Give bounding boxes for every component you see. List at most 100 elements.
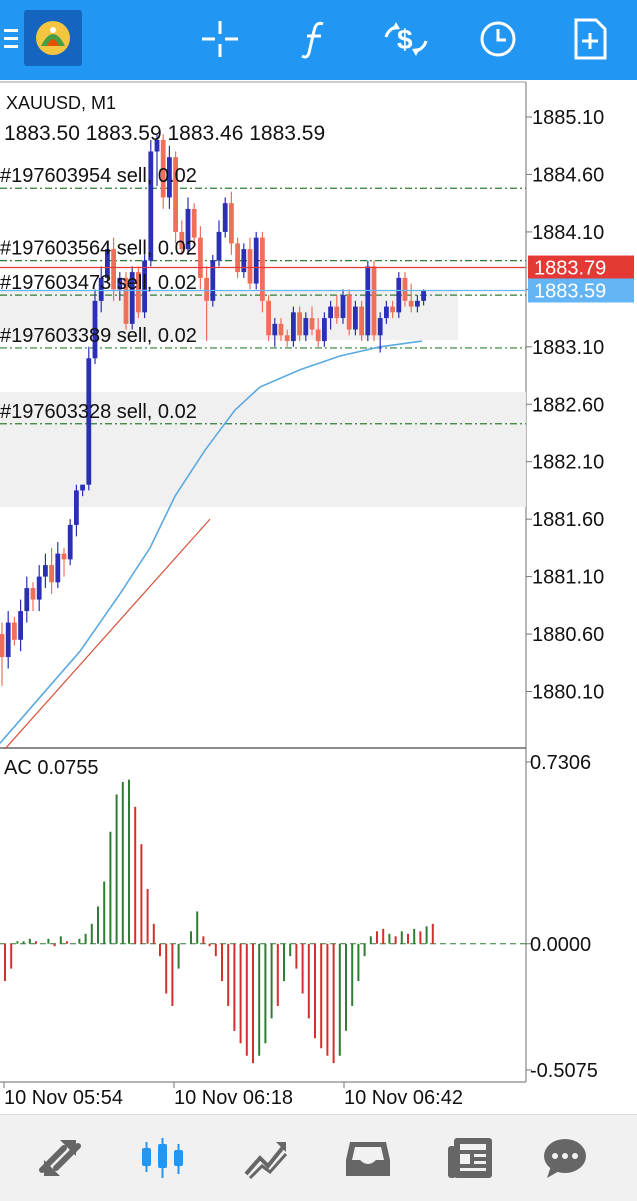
- history-button[interactable]: [472, 10, 524, 68]
- price-axis-label: 1885.10: [532, 107, 604, 129]
- candle-body: [30, 588, 36, 600]
- candle-body: [216, 231, 222, 261]
- candle-body: [408, 300, 414, 307]
- candle-body: [18, 611, 23, 640]
- candle-body: [390, 306, 395, 313]
- ask-price-text: 1883.79: [534, 258, 606, 280]
- menu-icon: [4, 29, 18, 48]
- price-axis-label: 1884.10: [532, 222, 604, 244]
- ac-axis-label: 0.0000: [530, 934, 591, 956]
- function-icon: [301, 21, 324, 59]
- price-axis-label: 1880.10: [532, 682, 604, 704]
- order-label: #197603389 sell, 0.02: [0, 325, 197, 347]
- candle-body: [396, 277, 402, 313]
- nav-history[interactable]: [338, 1133, 398, 1183]
- candle-body: [384, 306, 389, 319]
- new-order-button[interactable]: [564, 10, 616, 68]
- candle-body: [204, 277, 209, 301]
- trade-icon: $: [384, 22, 428, 56]
- time-axis-label: 10 Nov 05:54: [4, 1087, 123, 1109]
- price-chart[interactable]: #197603954 sell, 0.02 #197603564 sell, 0.…: [0, 80, 637, 1114]
- nav-trade[interactable]: [236, 1133, 296, 1183]
- candle-body: [278, 323, 284, 336]
- trend-chart-icon: [244, 1142, 288, 1180]
- time-axis-label: 10 Nov 06:18: [174, 1087, 293, 1109]
- candle-body: [402, 277, 408, 301]
- ac-indicator-title: AC 0.0755: [4, 757, 99, 779]
- trend-line: [4, 518, 211, 750]
- order-label: #197603564 sell, 0.02: [0, 238, 197, 260]
- candle-body: [315, 329, 321, 342]
- price-axis-label: 1883.10: [532, 337, 604, 359]
- crosshair-icon: [202, 21, 238, 57]
- top-toolbar: $: [0, 0, 637, 80]
- ohlc-label: 1883.50 1883.59 1883.46 1883.59: [4, 122, 325, 145]
- candle-body: [260, 237, 265, 301]
- order-label: #197603954 sell, 0.02: [0, 165, 197, 187]
- candle-body: [12, 622, 17, 640]
- candle-body: [198, 237, 203, 278]
- candle-body: [340, 295, 346, 319]
- candle-body: [80, 484, 85, 491]
- nav-news[interactable]: [440, 1133, 500, 1183]
- candle-body: [191, 208, 197, 238]
- candle-body: [421, 290, 426, 301]
- nav-chat[interactable]: [535, 1133, 595, 1183]
- new-document-icon: [574, 18, 607, 60]
- candle-body: [241, 249, 247, 273]
- candle-body: [309, 318, 315, 330]
- candle-body: [74, 490, 79, 525]
- price-axis-label: 1881.10: [532, 567, 604, 589]
- price-axis-label: 1881.60: [532, 509, 604, 531]
- metatrader-logo-icon: [36, 21, 70, 55]
- candle-body: [210, 260, 216, 301]
- candle-body: [24, 588, 30, 612]
- nav-quotes[interactable]: [30, 1133, 90, 1183]
- chat-icon: [544, 1139, 586, 1178]
- indicators-button[interactable]: [288, 10, 340, 68]
- candle-body: [353, 306, 358, 330]
- bid-price-text: 1883.59: [534, 280, 606, 302]
- crosshair-button[interactable]: [194, 10, 246, 68]
- candle-body: [371, 266, 377, 336]
- price-axis-label: 1882.10: [532, 452, 604, 474]
- candle-body: [272, 323, 278, 336]
- clock-icon: [480, 21, 516, 57]
- bottom-navigation: [0, 1114, 637, 1201]
- candle-body: [365, 266, 371, 336]
- menu-button[interactable]: [0, 10, 22, 68]
- metatrader-logo[interactable]: [24, 10, 82, 66]
- candle-body: [291, 312, 296, 342]
- candle-body: [266, 300, 271, 336]
- candle-body: [253, 237, 259, 284]
- time-axis-label: 10 Nov 06:42: [344, 1087, 463, 1109]
- inbox-icon: [346, 1142, 390, 1176]
- candle-body: [377, 318, 383, 336]
- candle-body: [415, 300, 420, 307]
- ac-axis-label: -0.5075: [530, 1060, 598, 1082]
- candle-body: [67, 524, 73, 560]
- candle-body: [303, 318, 309, 336]
- candle-body: [0, 634, 5, 658]
- candle-body: [297, 312, 302, 336]
- candle-body: [49, 565, 54, 583]
- newspaper-icon: [448, 1138, 492, 1178]
- candle-body: [61, 553, 67, 560]
- candle-body: [322, 318, 327, 342]
- nav-chart[interactable]: [133, 1133, 193, 1183]
- candle-body: [43, 565, 48, 577]
- quotes-icon: [39, 1140, 81, 1176]
- candle-body: [36, 576, 42, 600]
- candle-body: [346, 295, 352, 330]
- price-axis-label: 1884.60: [532, 164, 604, 186]
- candlestick-chart-icon: [142, 1138, 183, 1178]
- price-axis-label: 1882.60: [532, 394, 604, 416]
- order-label: #197603473 sell, 0.02: [0, 272, 197, 294]
- candle-body: [247, 249, 253, 284]
- candle-body: [55, 553, 61, 583]
- ac-axis-label: 0.7306: [530, 752, 591, 774]
- candle-body: [359, 306, 364, 336]
- candle-body: [222, 203, 228, 232]
- trade-button[interactable]: $: [380, 10, 432, 68]
- candle-body: [328, 306, 333, 319]
